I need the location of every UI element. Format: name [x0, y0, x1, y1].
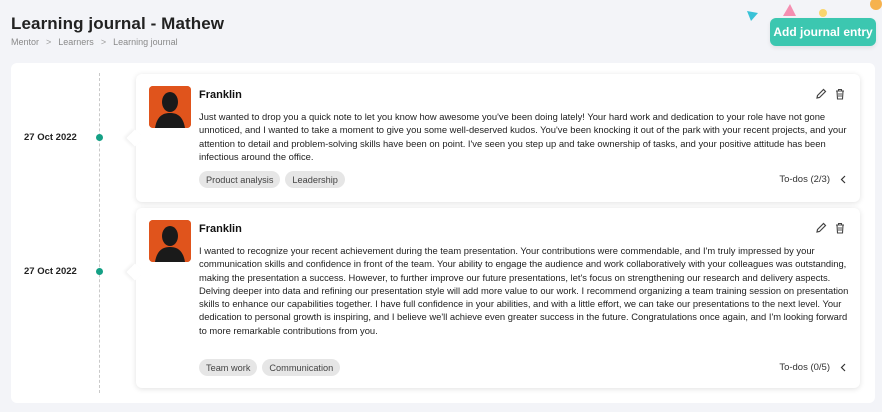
confetti-decoration: [747, 11, 758, 21]
card-pointer: [126, 129, 144, 147]
entry-actions: [815, 88, 846, 100]
entry-date: 27 Oct 2022: [24, 132, 77, 143]
tag-list: Product analysis Leadership: [199, 171, 345, 188]
breadcrumb-separator: >: [46, 37, 52, 47]
trash-icon[interactable]: [834, 222, 846, 234]
todos-toggle[interactable]: To-dos (0/5): [779, 362, 848, 373]
avatar: [149, 86, 191, 128]
confetti-decoration: [819, 9, 827, 17]
page-header: Learning journal - Mathew Mentor > Learn…: [0, 0, 882, 62]
breadcrumb: Mentor > Learners > Learning journal: [11, 37, 178, 47]
chevron-left-icon[interactable]: [839, 175, 848, 184]
journal-panel: 27 Oct 2022 Franklin Just wanted to drop…: [11, 63, 875, 403]
trash-icon[interactable]: [834, 88, 846, 100]
timeline-line: [99, 73, 100, 393]
avatar: [149, 220, 191, 262]
author-name: Franklin: [199, 89, 242, 101]
add-journal-entry-button[interactable]: Add journal entry: [770, 18, 876, 46]
timeline-dot: [96, 268, 103, 275]
confetti-decoration: [870, 0, 882, 10]
tag: Leadership: [285, 171, 345, 188]
tag: Team work: [199, 359, 258, 376]
chevron-left-icon[interactable]: [839, 363, 848, 372]
pencil-icon[interactable]: [815, 222, 827, 234]
confetti-decoration: [783, 4, 796, 16]
todos-label[interactable]: To-dos (2/3): [779, 174, 830, 185]
entry-actions: [815, 222, 846, 234]
page-title: Learning journal - Mathew: [11, 14, 225, 33]
card-pointer: [126, 263, 144, 281]
todos-toggle[interactable]: To-dos (2/3): [779, 174, 848, 185]
journal-entry-card: Franklin Just wanted to drop you a quick…: [126, 74, 860, 202]
tag-list: Team work Communication: [199, 359, 341, 376]
todos-label[interactable]: To-dos (0/5): [779, 362, 830, 373]
author-name: Franklin: [199, 223, 242, 235]
tag: Product analysis: [199, 171, 281, 188]
journal-entry-card: Franklin I wanted to recognize your rece…: [126, 208, 860, 388]
pencil-icon[interactable]: [815, 88, 827, 100]
timeline-dot: [96, 134, 103, 141]
breadcrumb-learning-journal: Learning journal: [113, 37, 178, 47]
breadcrumb-separator: >: [100, 37, 107, 47]
entry-text: Just wanted to drop you a quick note to …: [199, 111, 847, 162]
breadcrumb-learners[interactable]: Learners: [58, 37, 94, 47]
entry-text: I wanted to recognize your recent achiev…: [199, 245, 849, 336]
breadcrumb-mentor[interactable]: Mentor: [11, 37, 39, 47]
tag: Communication: [262, 359, 341, 376]
entry-date: 27 Oct 2022: [24, 266, 77, 277]
